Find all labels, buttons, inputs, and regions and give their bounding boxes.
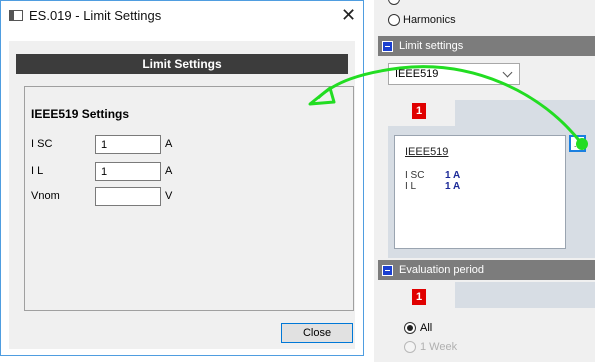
chevron-down-icon [502, 67, 513, 78]
limit-settings-header[interactable]: Limit settings [378, 36, 595, 56]
card-row-value: 1 A [445, 181, 461, 192]
card-title: IEEE519 [405, 146, 449, 158]
ellipsis-icon: ... [574, 140, 581, 149]
close-icon[interactable]: ✕ [341, 5, 356, 25]
eval-option-1-week: 1 Week [404, 341, 457, 353]
radio-all[interactable] [404, 322, 416, 334]
isc-input[interactable] [95, 135, 161, 154]
limit-settings-dialog: ES.019 - Limit Settings ✕ Limit Settings… [0, 0, 364, 356]
vnom-unit: V [165, 190, 173, 202]
vnom-input[interactable] [95, 187, 161, 206]
eval-option-all[interactable]: All [404, 322, 432, 334]
evaluation-period-header[interactable]: Evaluation period [378, 260, 595, 280]
close-button[interactable]: Close [281, 323, 353, 343]
il-label: I L [31, 165, 44, 177]
dialog-header-bar: Limit Settings [16, 54, 348, 74]
card-row-isc: I SC 1 A [405, 170, 460, 181]
harmonics-radio[interactable] [388, 14, 400, 26]
collapse-icon[interactable] [382, 40, 393, 52]
isc-label: I SC [31, 138, 53, 150]
vnom-label: Vnom [31, 190, 60, 202]
card-row-label: I L [405, 181, 417, 192]
eval-option-label: 1 Week [420, 341, 458, 353]
right-panel: Harmonics Limit settings IEEE519 1 IEEE5… [374, 0, 595, 362]
dialog-title: ES.019 - Limit Settings [29, 8, 162, 23]
il-input[interactable] [95, 162, 161, 181]
tab-badge: 1 [412, 103, 426, 119]
tab-badge: 1 [412, 289, 426, 305]
evaluation-period-header-label: Evaluation period [399, 264, 485, 276]
radio-1-week [404, 341, 416, 353]
limit-standard-select[interactable]: IEEE519 [388, 63, 520, 85]
dialog-titlebar[interactable]: ES.019 - Limit Settings ✕ [1, 1, 363, 31]
card-row-il: I L 1 A [405, 181, 460, 192]
limit-card: IEEE519 I SC 1 A I L 1 A [394, 135, 566, 249]
il-unit: A [165, 165, 173, 177]
evaluation-body [388, 308, 595, 362]
app-window-icon [9, 10, 23, 21]
group-title: IEEE519 Settings [31, 107, 130, 121]
radio-previous-option[interactable] [388, 0, 400, 5]
harmonics-label: Harmonics [403, 14, 456, 26]
isc-unit: A [165, 138, 173, 150]
limit-standard-value: IEEE519 [395, 68, 439, 80]
harmonics-option[interactable]: Harmonics [388, 14, 456, 26]
card-row-label: I SC [405, 170, 425, 181]
collapse-icon[interactable] [382, 264, 393, 276]
eval-option-label: All [420, 322, 433, 334]
card-row-value: 1 A [445, 170, 461, 181]
limit-settings-header-label: Limit settings [399, 40, 464, 52]
edit-limit-button[interactable]: ... [569, 135, 586, 152]
